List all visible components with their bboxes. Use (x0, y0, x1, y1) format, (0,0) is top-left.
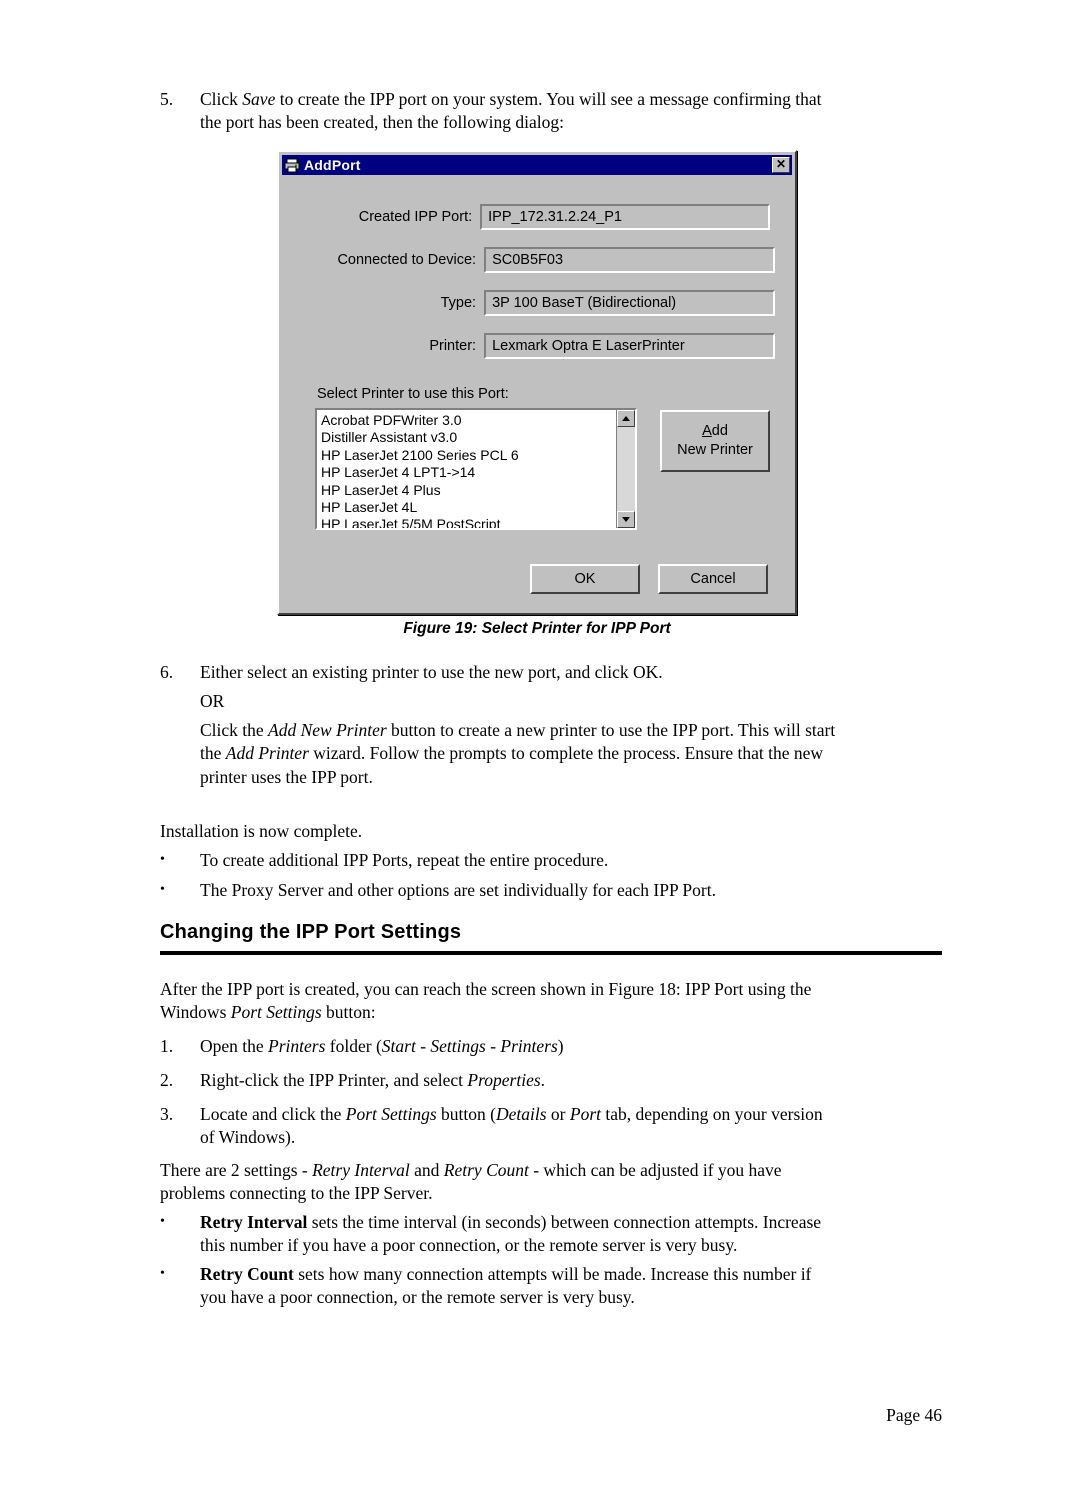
page-number: Page 46 (886, 1405, 942, 1425)
retry-paragraph: There are 2 settings - Retry Interval an… (160, 1160, 782, 1204)
intro-line2-italic: Port Settings (230, 1002, 322, 1023)
close-icon[interactable]: ✕ (772, 157, 790, 173)
step-6-text: Either select an existing printer to use… (200, 662, 663, 682)
cancel-button[interactable]: Cancel (658, 564, 768, 594)
step-5-line2: the port has been created, then the foll… (200, 112, 564, 133)
step-6-p2-mid: button to create a new printer to use th… (386, 720, 836, 740)
bullet-icon: • (160, 882, 165, 897)
settings-step-3: 3. Locate and click the Port Settings bu… (160, 1103, 942, 1150)
document-page: 5. Click Save to create the IPP port on … (0, 0, 1080, 1494)
addport-dialog: AddPort ✕ Created IPP Port: IPP_172.31.2… (277, 150, 797, 615)
bullet-icon: • (160, 1266, 165, 1281)
field-value-created-ipp-port[interactable]: IPP_172.31.2.24_P1 (480, 204, 770, 230)
list-item[interactable]: Acrobat PDFWriter 3.0 (321, 412, 616, 429)
list-item[interactable]: HP LaserJet 5/5M PostScript (321, 516, 616, 528)
figure-caption: Figure 19: Select Printer for IPP Port (403, 620, 671, 637)
dialog-titlebar: AddPort ✕ (282, 155, 792, 175)
list-item[interactable]: HP LaserJet 2100 Series PCL 6 (321, 447, 616, 464)
field-value-type[interactable]: 3P 100 BaseT (Bidirectional) (484, 290, 775, 316)
bullet-text: To create additional IPP Ports, repeat t… (200, 850, 609, 870)
field-row-type: Type: 3P 100 BaseT (Bidirectional) (315, 290, 775, 316)
step-5: 5. Click Save to create the IPP port on … (160, 88, 942, 135)
step-5-text: Click Save to create the IPP port on you… (200, 88, 942, 135)
step-6: 6. Either select an existing printer to … (160, 661, 942, 684)
step-5-italic: Save (242, 89, 276, 109)
bullet-retry-interval: • Retry Interval sets the time interval … (160, 1211, 942, 1258)
intro-paragraph: After the IPP port is created, you can r… (160, 978, 942, 1025)
step-5-number: 5. (160, 89, 174, 109)
add-new-printer-line2: New Printer (677, 442, 753, 458)
intro-line2-pre: Windows (160, 1002, 231, 1023)
list-item[interactable]: Distiller Assistant v3.0 (321, 429, 616, 446)
settings-step-2-number: 2. (160, 1070, 174, 1090)
field-label-connected-to-device: Connected to Device: (337, 252, 477, 268)
field-row-printer: Printer: Lexmark Optra E LaserPrinter (315, 333, 775, 359)
step-6-p2-l2-pre: the (200, 743, 226, 764)
list-item[interactable]: HP LaserJet 4L (321, 499, 616, 516)
add-new-printer-line1: AAdddd (702, 423, 728, 439)
scroll-down-icon[interactable] (617, 511, 635, 528)
step-6-p2-i1: Add New Printer (268, 720, 387, 740)
field-value-printer[interactable]: Lexmark Optra E LaserPrinter (484, 333, 775, 359)
scrollbar-track[interactable] (617, 427, 635, 511)
bullet-proxy-server: • The Proxy Server and other options are… (160, 879, 942, 902)
list-item[interactable]: HP LaserJet 4 Plus (321, 482, 616, 499)
bullet-text: The Proxy Server and other options are s… (200, 880, 716, 900)
field-row-created-ipp-port: Created IPP Port: IPP_172.31.2.24_P1 (315, 204, 770, 230)
field-value-connected-to-device[interactable]: SC0B5F03 (484, 247, 775, 273)
page-title: Changing the IPP Port Settings (160, 921, 462, 943)
step-6-p2-i2: Add Printer (225, 743, 309, 764)
ok-button[interactable]: OK (530, 564, 640, 594)
bullet-icon: • (160, 852, 165, 867)
field-label-printer: Printer: (429, 338, 477, 354)
settings-step-1-text: Open the Printers folder (Start - Settin… (200, 1036, 564, 1056)
bullet-icon: • (160, 1214, 165, 1229)
settings-step-3-text: Locate and click the Port Settings butto… (200, 1104, 823, 1148)
select-printer-label: Select Printer to use this Port: (317, 386, 509, 402)
bullet-text: Retry Interval sets the time interval (i… (200, 1212, 822, 1256)
printer-list-scrollbar[interactable] (616, 410, 635, 528)
field-row-connected-to-device: Connected to Device: SC0B5F03 (315, 247, 775, 273)
printer-icon (284, 158, 300, 173)
settings-step-2-text: Right-click the IPP Printer, and select … (200, 1070, 546, 1090)
step-6-p2-pre: Click the (200, 720, 269, 740)
bullet-create-additional-ports: • To create additional IPP Ports, repeat… (160, 849, 942, 872)
step-6-or: OR (200, 691, 225, 711)
step-6-p2-l3: printer uses the IPP port. (200, 766, 373, 787)
bullet-text: Retry Count sets how many connection att… (200, 1264, 812, 1308)
step-5-post: to create the IPP port on your system. Y… (275, 89, 822, 109)
step-6-paragraph: Click the Add New Printer button to crea… (200, 719, 942, 789)
settings-step-1: 1. Open the Printers folder (Start - Set… (160, 1035, 942, 1058)
printer-listbox[interactable]: Acrobat PDFWriter 3.0 Distiller Assistan… (315, 408, 637, 530)
printer-list-items: Acrobat PDFWriter 3.0 Distiller Assistan… (317, 410, 616, 528)
settings-step-3-number: 3. (160, 1104, 174, 1124)
step-5-pre: Click (200, 89, 243, 109)
step-6-number: 6. (160, 662, 174, 682)
settings-step-1-number: 1. (160, 1036, 174, 1056)
heading-divider (160, 951, 942, 955)
step-6-p2-l2-post: wizard. Follow the prompts to complete t… (308, 743, 824, 764)
add-new-printer-button[interactable]: AAdddd New Printer (660, 410, 770, 472)
bullet-retry-count: • Retry Count sets how many connection a… (160, 1263, 942, 1310)
field-label-type: Type: (440, 295, 477, 311)
intro-line1: After the IPP port is created, you can r… (160, 979, 812, 999)
field-label-created-ipp-port: Created IPP Port: (358, 209, 473, 225)
dialog-title: AddPort (304, 157, 361, 173)
intro-line2-post: button: (321, 1002, 376, 1023)
installation-complete: Installation is now complete. (160, 821, 363, 841)
settings-step-2: 2. Right-click the IPP Printer, and sele… (160, 1069, 942, 1092)
list-item[interactable]: HP LaserJet 4 LPT1->14 (321, 464, 616, 481)
scroll-up-icon[interactable] (617, 410, 635, 427)
